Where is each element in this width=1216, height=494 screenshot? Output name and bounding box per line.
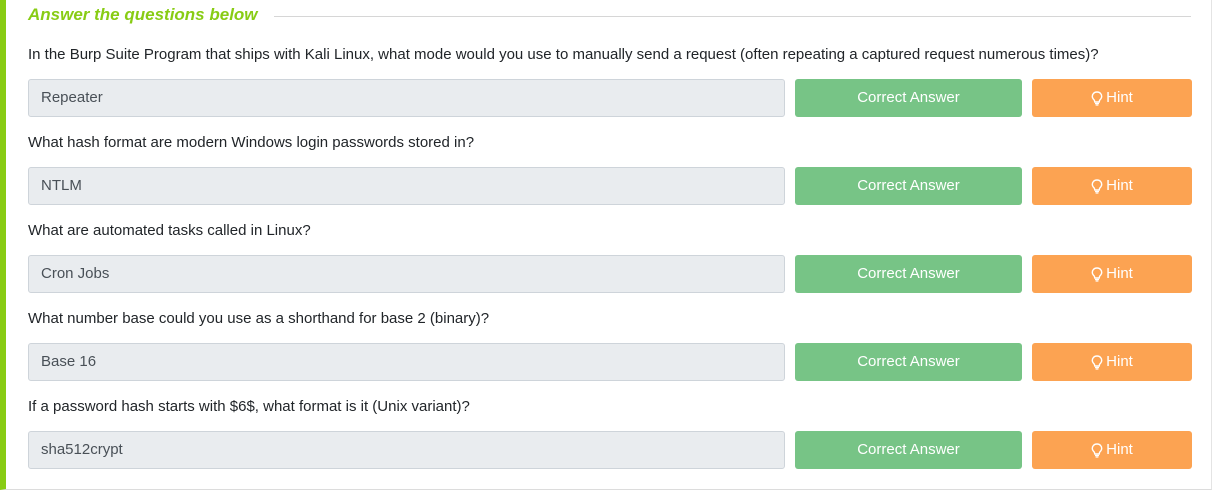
questions-panel: Answer the questions below In the Burp S… (0, 0, 1212, 490)
answer-field[interactable]: sha512crypt (28, 431, 785, 469)
lightbulb-icon (1091, 442, 1103, 458)
hint-label: Hint (1106, 177, 1133, 194)
question-block: What hash format are modern Windows logi… (28, 131, 1192, 211)
hint-label: Hint (1106, 89, 1133, 106)
answer-row: NTLM Correct Answer Hint (28, 167, 1192, 205)
lightbulb-icon (1091, 266, 1103, 282)
hint-label: Hint (1106, 265, 1133, 282)
correct-answer-button[interactable]: Correct Answer (795, 343, 1022, 381)
answer-row: sha512crypt Correct Answer Hint (28, 431, 1192, 469)
correct-answer-button[interactable]: Correct Answer (795, 167, 1022, 205)
correct-answer-button[interactable]: Correct Answer (795, 431, 1022, 469)
hint-label: Hint (1106, 353, 1133, 370)
lightbulb-icon (1091, 90, 1103, 106)
question-text: What are automated tasks called in Linux… (28, 222, 311, 239)
question-block: In the Burp Suite Program that ships wit… (28, 43, 1192, 123)
question-text: If a password hash starts with $6$, what… (28, 398, 470, 415)
correct-answer-button[interactable]: Correct Answer (795, 255, 1022, 293)
lightbulb-icon (1091, 354, 1103, 370)
header-divider (273, 15, 1191, 17)
question-block: If a password hash starts with $6$, what… (28, 395, 1192, 475)
hint-label: Hint (1106, 441, 1133, 458)
answer-row: Cron Jobs Correct Answer Hint (28, 255, 1192, 293)
question-text: What number base could you use as a shor… (28, 310, 490, 327)
section-title: Answer the questions below (28, 5, 258, 24)
answer-field[interactable]: Base 16 (28, 343, 785, 381)
lightbulb-icon (1091, 178, 1103, 194)
hint-button[interactable]: Hint (1032, 431, 1192, 469)
question-block: What number base could you use as a shor… (28, 307, 1192, 387)
answer-field[interactable]: NTLM (28, 167, 785, 205)
hint-button[interactable]: Hint (1032, 167, 1192, 205)
question-text: What hash format are modern Windows logi… (28, 134, 475, 151)
answer-row: Base 16 Correct Answer Hint (28, 343, 1192, 381)
correct-answer-button[interactable]: Correct Answer (795, 79, 1022, 117)
hint-button[interactable]: Hint (1032, 343, 1192, 381)
answer-field[interactable]: Repeater (28, 79, 785, 117)
question-text: In the Burp Suite Program that ships wit… (28, 46, 1099, 63)
question-block: What are automated tasks called in Linux… (28, 219, 1192, 299)
answer-row: Repeater Correct Answer Hint (28, 79, 1192, 117)
answer-field[interactable]: Cron Jobs (28, 255, 785, 293)
section-header: Answer the questions below (28, 4, 1191, 26)
hint-button[interactable]: Hint (1032, 255, 1192, 293)
hint-button[interactable]: Hint (1032, 79, 1192, 117)
